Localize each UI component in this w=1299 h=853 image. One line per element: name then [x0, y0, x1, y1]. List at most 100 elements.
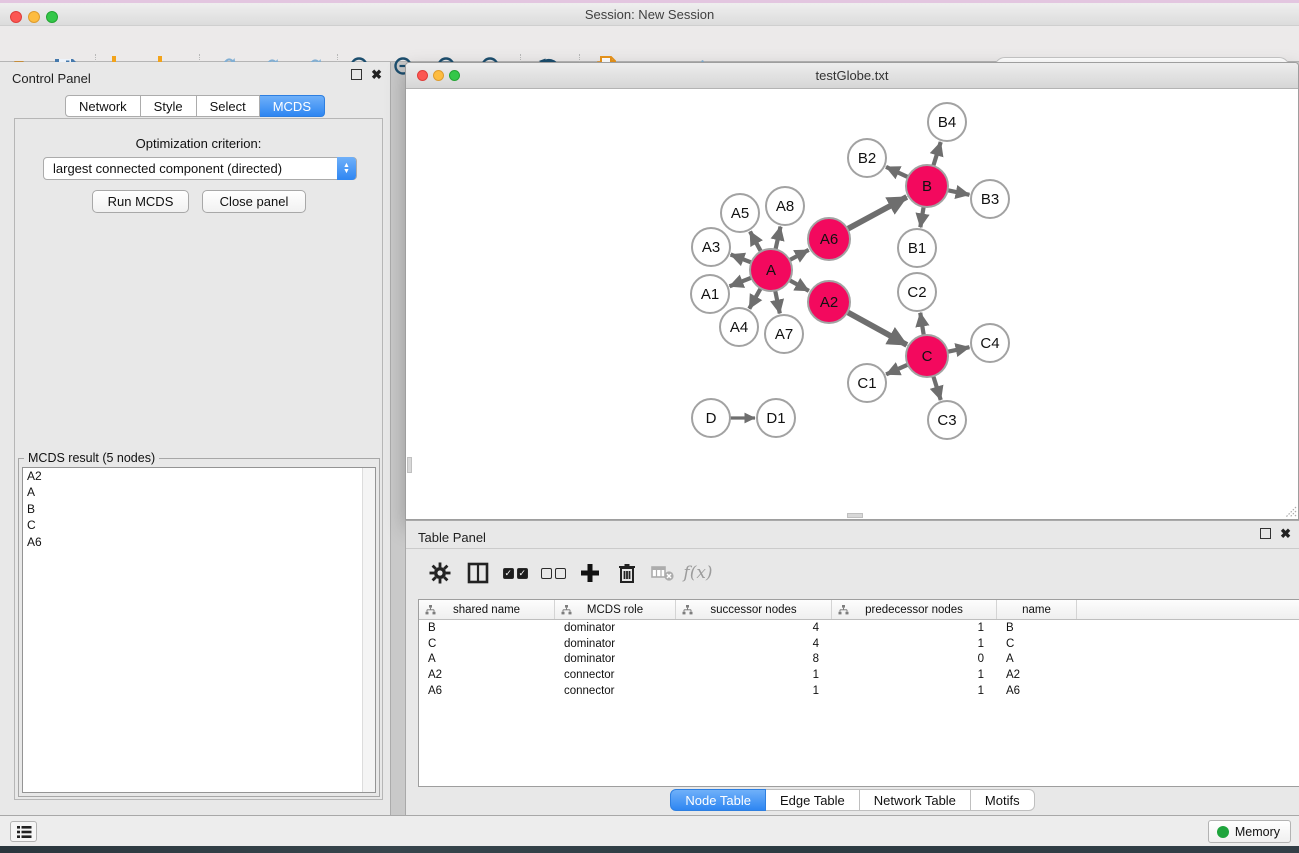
edge-A-A2[interactable] — [788, 279, 809, 291]
node-D[interactable]: D — [692, 399, 730, 437]
edge-C-C1[interactable] — [886, 364, 910, 375]
column-header-mcds-role[interactable]: MCDS role — [555, 600, 676, 619]
result-item[interactable]: C — [23, 517, 375, 533]
node-A[interactable]: A — [750, 249, 792, 291]
tab-edge-table[interactable]: Edge Table — [766, 789, 860, 811]
result-item[interactable]: B — [23, 501, 375, 517]
close-table-panel-icon[interactable]: ✖ — [1280, 528, 1291, 539]
close-panel-button[interactable]: Close panel — [202, 190, 306, 213]
table-row[interactable]: Cdominator41C — [419, 636, 1299, 652]
task-history-button[interactable] — [10, 821, 37, 842]
table-cell[interactable]: A6 — [997, 683, 1077, 699]
column-header-name[interactable]: name — [997, 600, 1077, 619]
node-B3[interactable]: B3 — [971, 180, 1009, 218]
table-cell[interactable]: 1 — [832, 620, 997, 636]
network-graph[interactable]: B4B2BB3A5A8A6B1A3AC2A1A2A4A7C4CC1C3DD1 — [406, 89, 1298, 519]
node-C3[interactable]: C3 — [928, 401, 966, 439]
deselect-all-checkboxes-icon[interactable] — [539, 559, 567, 587]
table-row[interactable]: A6connector11A6 — [419, 683, 1299, 699]
table-cell[interactable]: connector — [555, 683, 676, 699]
split-columns-icon[interactable] — [464, 559, 492, 587]
tab-node-table[interactable]: Node Table — [670, 789, 766, 811]
table-cell[interactable]: 1 — [832, 636, 997, 652]
table-cell[interactable]: 1 — [832, 667, 997, 683]
tab-network-table[interactable]: Network Table — [860, 789, 971, 811]
column-header-successor-nodes[interactable]: successor nodes — [676, 600, 832, 619]
table-cell[interactable]: B — [419, 620, 555, 636]
node-C2[interactable]: C2 — [898, 273, 936, 311]
edge-A-A3[interactable] — [731, 255, 754, 264]
column-header-shared-name[interactable]: shared name — [419, 600, 555, 619]
table-cell[interactable]: 1 — [676, 683, 832, 699]
node-A7[interactable]: A7 — [765, 315, 803, 353]
delete-columns-icon[interactable] — [613, 559, 641, 587]
node-B1[interactable]: B1 — [898, 229, 936, 267]
node-A3[interactable]: A3 — [692, 228, 730, 266]
node-B2[interactable]: B2 — [848, 139, 886, 177]
edge-B-B3[interactable] — [946, 190, 970, 195]
add-column-icon[interactable] — [576, 559, 604, 587]
edge-C-C2[interactable] — [920, 313, 924, 337]
node-C[interactable]: C — [906, 335, 948, 377]
table-row[interactable]: A2connector11A2 — [419, 667, 1299, 683]
memory-button[interactable]: Memory — [1208, 820, 1291, 843]
criterion-select[interactable]: largest connected component (directed) ▲… — [43, 157, 357, 180]
network-window-titlebar[interactable]: testGlobe.txt — [406, 63, 1298, 89]
network-canvas[interactable]: B4B2BB3A5A8A6B1A3AC2A1A2A4A7C4CC1C3DD1 — [406, 89, 1298, 519]
result-item[interactable]: A — [23, 484, 375, 500]
node-A2[interactable]: A2 — [808, 281, 850, 323]
resize-grip-icon[interactable] — [1283, 504, 1297, 518]
node-A8[interactable]: A8 — [766, 187, 804, 225]
table-cell[interactable]: dominator — [555, 620, 676, 636]
edge-A-A7[interactable] — [775, 289, 780, 314]
node-A5[interactable]: A5 — [721, 194, 759, 232]
run-mcds-button[interactable]: Run MCDS — [92, 190, 189, 213]
table-cell[interactable]: 4 — [676, 620, 832, 636]
edge-B-B1[interactable] — [920, 205, 924, 228]
edge-B-B4[interactable] — [933, 142, 941, 168]
table-cell[interactable]: dominator — [555, 636, 676, 652]
table-cell[interactable]: B — [997, 620, 1077, 636]
node-A6[interactable]: A6 — [808, 218, 850, 260]
table-cell[interactable]: 8 — [676, 652, 832, 668]
table-row[interactable]: Adominator80A — [419, 652, 1299, 668]
node-C4[interactable]: C4 — [971, 324, 1009, 362]
edge-A-A8[interactable] — [775, 227, 780, 252]
edge-C-C4[interactable] — [946, 347, 970, 352]
table-cell[interactable]: 1 — [832, 683, 997, 699]
edge-A-A4[interactable] — [749, 287, 761, 309]
vertical-scrollbar-thumb[interactable] — [407, 457, 412, 473]
edge-B-B2[interactable] — [886, 167, 910, 178]
close-panel-icon[interactable]: ✖ — [371, 69, 382, 80]
tab-mcds[interactable]: MCDS — [260, 95, 325, 117]
node-C1[interactable]: C1 — [848, 364, 886, 402]
table-row[interactable]: Bdominator41B — [419, 620, 1299, 636]
float-panel-icon[interactable] — [351, 69, 362, 80]
table-cell[interactable]: A2 — [997, 667, 1077, 683]
table-cell[interactable]: C — [419, 636, 555, 652]
edge-A6-B[interactable] — [846, 197, 907, 230]
tab-motifs[interactable]: Motifs — [971, 789, 1035, 811]
horizontal-scrollbar-thumb[interactable] — [847, 513, 863, 518]
mcds-result-list[interactable]: A2ABCA6 — [22, 467, 376, 793]
node-B[interactable]: B — [906, 165, 948, 207]
edge-A-A1[interactable] — [730, 277, 754, 286]
result-item[interactable]: A2 — [23, 468, 375, 484]
settings-gear-icon[interactable] — [426, 559, 454, 587]
table-cell[interactable]: A6 — [419, 683, 555, 699]
tab-network[interactable]: Network — [65, 95, 141, 117]
node-B4[interactable]: B4 — [928, 103, 966, 141]
table-cell[interactable]: C — [997, 636, 1077, 652]
table-cell[interactable]: 0 — [832, 652, 997, 668]
tab-style[interactable]: Style — [141, 95, 197, 117]
table-cell[interactable]: 1 — [676, 667, 832, 683]
float-table-panel-icon[interactable] — [1260, 528, 1271, 539]
table-cell[interactable]: dominator — [555, 652, 676, 668]
table-cell[interactable]: A — [997, 652, 1077, 668]
node-D1[interactable]: D1 — [757, 399, 795, 437]
edge-C-C3[interactable] — [933, 374, 941, 400]
table-cell[interactable]: connector — [555, 667, 676, 683]
edge-A2-C[interactable] — [846, 311, 907, 345]
result-item[interactable]: A6 — [23, 534, 375, 550]
tab-select[interactable]: Select — [197, 95, 260, 117]
